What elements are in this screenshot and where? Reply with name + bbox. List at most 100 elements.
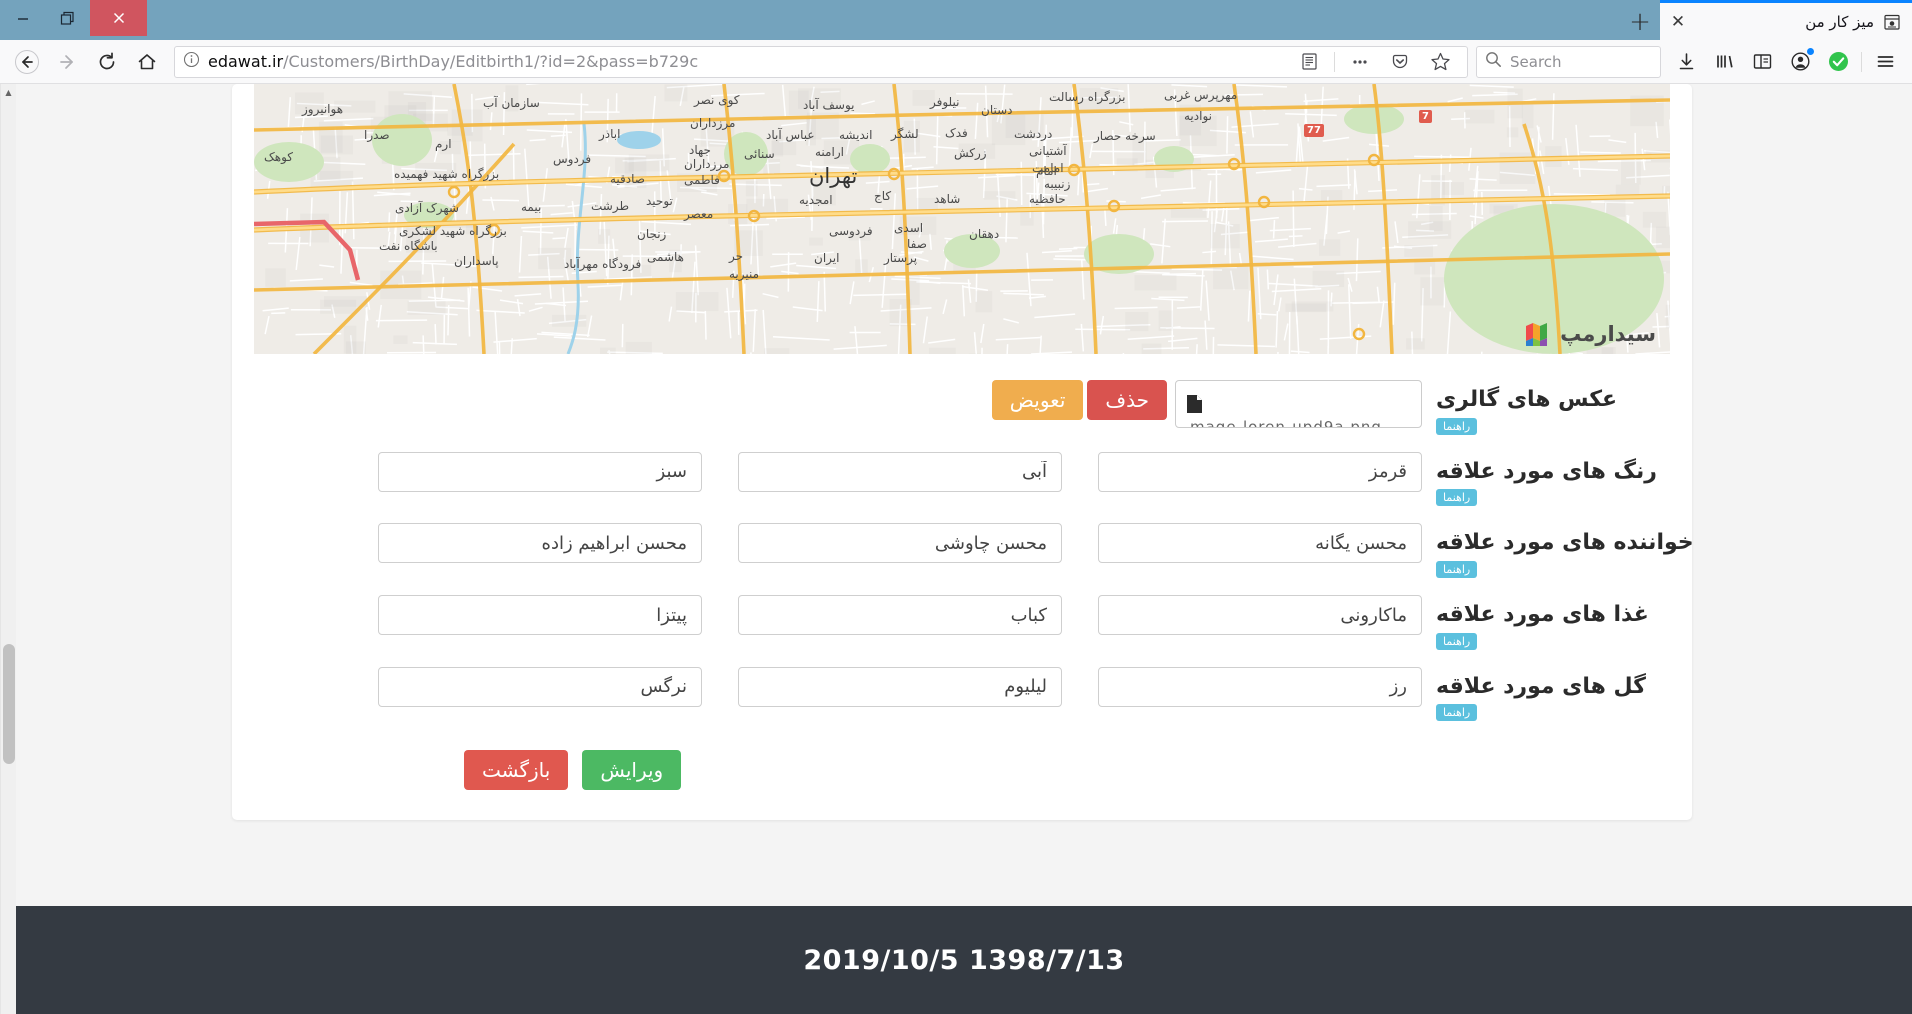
preference-input[interactable] bbox=[1098, 595, 1422, 636]
delete-photo-button[interactable]: حذف bbox=[1087, 380, 1167, 420]
menu-icon[interactable] bbox=[1866, 44, 1904, 80]
help-badge[interactable]: راهنما bbox=[1436, 417, 1478, 435]
downloads-icon[interactable] bbox=[1667, 44, 1705, 80]
help-badge[interactable]: راهنما bbox=[1436, 632, 1478, 650]
minimize-button[interactable] bbox=[0, 0, 45, 36]
map-label: صفا bbox=[907, 237, 927, 251]
map-label: بیمه bbox=[521, 200, 542, 214]
preference-input[interactable] bbox=[1098, 666, 1422, 707]
search-bar[interactable]: Search bbox=[1476, 45, 1661, 78]
new-tab-button[interactable]: + bbox=[1620, 4, 1660, 40]
map-label: حافظیه bbox=[1029, 192, 1066, 206]
preference-input[interactable] bbox=[738, 666, 1062, 707]
map-label: فردوسی bbox=[829, 224, 873, 238]
pocket-icon[interactable] bbox=[1381, 44, 1419, 80]
map-label: فاطمی bbox=[684, 173, 720, 187]
map-city-label: تهران bbox=[809, 164, 858, 188]
map-label: دردشت bbox=[1014, 127, 1053, 141]
map-label: لشگر bbox=[891, 127, 919, 141]
back-button[interactable] bbox=[8, 44, 46, 80]
forward-button[interactable] bbox=[48, 44, 86, 80]
browser-navbar: edawat.ir/Customers/BirthDay/Editbirth1/… bbox=[0, 40, 1912, 84]
map-label: هاشمی bbox=[647, 250, 684, 264]
scroll-up-arrow[interactable]: ▲ bbox=[1, 84, 16, 100]
form-row: رنگ های مورد علاقه راهنما bbox=[272, 451, 1657, 507]
map-label: شهرک آزادی bbox=[395, 201, 459, 215]
page-footer: 2019/10/5 1398/7/13 bbox=[16, 906, 1912, 1014]
divider bbox=[1334, 51, 1335, 72]
account-icon[interactable] bbox=[1781, 44, 1819, 80]
browser-titlebar: میز کار من ✕ + bbox=[0, 0, 1912, 40]
form-row-inputs bbox=[272, 451, 1422, 492]
reload-button[interactable] bbox=[88, 44, 126, 80]
reader-view-icon[interactable] bbox=[1290, 44, 1328, 80]
map-label: اسدی bbox=[894, 221, 924, 235]
url-bar[interactable]: edawat.ir/Customers/BirthDay/Editbirth1/… bbox=[174, 44, 1468, 80]
info-icon[interactable] bbox=[183, 51, 200, 72]
close-tab-icon[interactable]: ✕ bbox=[1666, 10, 1690, 34]
preference-input[interactable] bbox=[378, 523, 702, 564]
form-row-label-group: غذا های مورد علاقه راهنما bbox=[1422, 595, 1652, 650]
help-badge[interactable]: راهنما bbox=[1436, 489, 1478, 507]
preference-input[interactable] bbox=[738, 595, 1062, 636]
scroll-thumb[interactable] bbox=[3, 644, 15, 764]
map-vector-layer bbox=[254, 84, 1670, 354]
preference-input[interactable] bbox=[738, 523, 1062, 564]
url-domain: edawat.ir bbox=[208, 52, 284, 71]
sidebar-icon[interactable] bbox=[1743, 44, 1781, 80]
map-label: ارم bbox=[435, 137, 452, 151]
browser-tab[interactable]: میز کار من ✕ bbox=[1660, 0, 1912, 40]
page-actions-icon[interactable] bbox=[1341, 44, 1379, 80]
map-label: مهرپرس غربی bbox=[1164, 88, 1238, 102]
preference-input[interactable] bbox=[1098, 523, 1422, 564]
map-label: امجدیه bbox=[799, 193, 833, 207]
preference-input[interactable] bbox=[378, 451, 702, 492]
map-label: سنائی bbox=[744, 147, 775, 161]
help-badge[interactable]: راهنما bbox=[1436, 560, 1478, 579]
map-label: فرودگاه مهرآباد bbox=[564, 257, 642, 271]
gallery-file-name: mage-loren-upd9a.png bbox=[1190, 418, 1382, 428]
library-icon[interactable] bbox=[1705, 44, 1743, 80]
close-window-button[interactable] bbox=[90, 0, 147, 36]
map-label: کوهک bbox=[264, 150, 293, 164]
home-button[interactable] bbox=[128, 44, 166, 80]
sync-ok-icon[interactable] bbox=[1819, 44, 1857, 80]
help-badge[interactable]: راهنما bbox=[1436, 704, 1478, 722]
maximize-button[interactable] bbox=[45, 0, 90, 36]
browser-toolbar-icons bbox=[1667, 44, 1904, 80]
back-button-form[interactable]: بازگشت bbox=[464, 750, 569, 791]
map-label: حر bbox=[729, 249, 744, 263]
map-label: هوانیروز bbox=[302, 102, 344, 116]
map-label: نواديه bbox=[1184, 109, 1212, 123]
gallery-file-field[interactable]: mage-loren-upd9a.png bbox=[1175, 380, 1422, 428]
preference-input[interactable] bbox=[378, 595, 702, 636]
footer-date: 2019/10/5 1398/7/13 bbox=[803, 944, 1125, 976]
preference-input[interactable] bbox=[1098, 451, 1422, 492]
form-row-label: رنگ های مورد علاقه bbox=[1436, 458, 1657, 484]
birthday-edit-card: هوانیروز سازمان آب کوی نصر یوسف آباد نیلوفر د… bbox=[232, 84, 1694, 821]
replace-photo-button[interactable]: تعویض bbox=[991, 380, 1084, 420]
search-icon bbox=[1485, 51, 1502, 72]
map-canvas[interactable]: هوانیروز سازمان آب کوی نصر یوسف آباد نیلوفر د… bbox=[254, 84, 1670, 354]
form-row-label-group: عکس های گالری راهنما bbox=[1422, 380, 1652, 435]
location-map[interactable]: هوانیروز سازمان آب کوی نصر یوسف آباد نیلوفر د… bbox=[254, 84, 1670, 354]
form-row: غذا های مورد علاقه راهنما bbox=[272, 595, 1652, 650]
form-row: خواننده های مورد علاقه راهنما bbox=[272, 523, 1694, 579]
gallery-controls: mage-loren-upd9a.png حذف تعویض bbox=[272, 380, 1422, 428]
preference-input[interactable] bbox=[378, 666, 702, 707]
preference-input[interactable] bbox=[738, 451, 1062, 492]
form-row-inputs bbox=[272, 595, 1422, 636]
page-scrollbar[interactable]: ▲ bbox=[0, 84, 16, 1014]
browser-window: میز کار من ✕ + edawat.ir/Customers/Birth… bbox=[0, 0, 1912, 1014]
url-bar-icons bbox=[1290, 44, 1459, 80]
form-row: عکس های گالری راهنما mage-loren-upd9a.png ح… bbox=[272, 380, 1652, 435]
search-input[interactable]: Search bbox=[1510, 53, 1562, 71]
submit-edit-button[interactable]: ویرایش bbox=[582, 750, 682, 791]
form-row: گل های مورد علاقه راهنما bbox=[272, 666, 1652, 722]
star-icon[interactable] bbox=[1421, 44, 1459, 80]
map-label: ارامنه bbox=[815, 145, 844, 159]
map-route-shield: 77 bbox=[1304, 124, 1324, 137]
map-label: معصر bbox=[684, 207, 714, 221]
map-label: فردوس bbox=[553, 152, 592, 166]
map-label: یوسف آباد bbox=[803, 98, 855, 112]
